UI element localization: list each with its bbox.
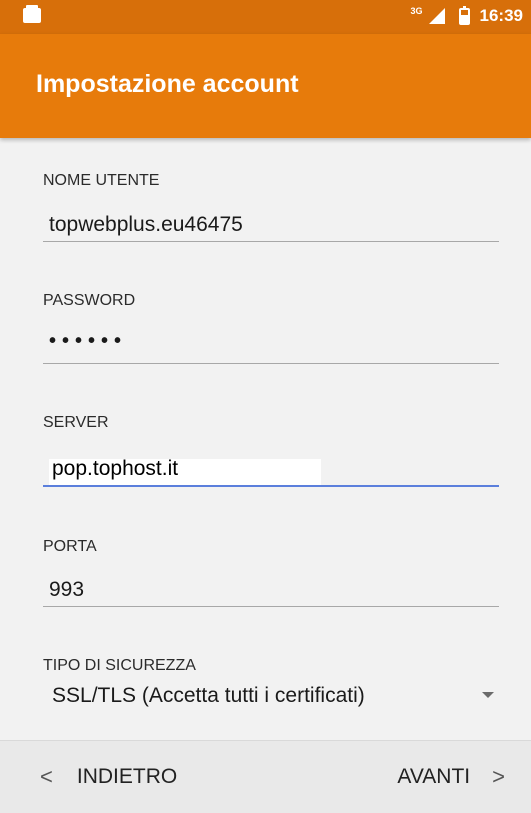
dropdown-arrow-icon[interactable] [482,692,494,698]
password-underline [43,363,499,364]
status-time: 16:39 [479,6,523,25]
port-field[interactable]: 993 [49,578,84,602]
status-bar: 3G 16:39 [0,0,531,34]
next-button[interactable]: AVANTI > [397,741,505,813]
username-underline [43,241,499,242]
chevron-right-icon: > [492,764,505,789]
page-title: Impostazione account [36,70,299,98]
signal-icon [428,8,445,24]
back-button[interactable]: < INDIETRO [40,741,177,813]
username-label: NOME UTENTE [43,172,160,189]
battery-icon [458,5,470,25]
server-label: SERVER [43,414,109,431]
password-label: PASSWORD [43,292,136,309]
username-field[interactable]: topwebplus.eu46475 [49,213,243,237]
chevron-left-icon: < [40,764,53,789]
port-label: PORTA [43,538,97,555]
password-field[interactable]: •••••• [49,330,127,353]
security-select[interactable]: SSL/TLS (Accetta tutti i certificati) [52,684,365,708]
server-underline-focused [43,485,499,487]
back-button-label: INDIETRO [76,765,178,788]
sd-card-icon [23,5,41,23]
app-bar: Impostazione account [0,34,531,138]
security-label: TIPO DI SICUREZZA [43,657,196,674]
network-type: 3G [410,6,423,16]
server-field[interactable]: pop.tophost.it [52,457,178,481]
footer-nav: < INDIETRO AVANTI > [0,740,531,813]
next-button-label: AVANTI [397,765,471,788]
status-bar-right: 3G 16:39 [410,5,523,26]
port-underline [43,606,499,607]
